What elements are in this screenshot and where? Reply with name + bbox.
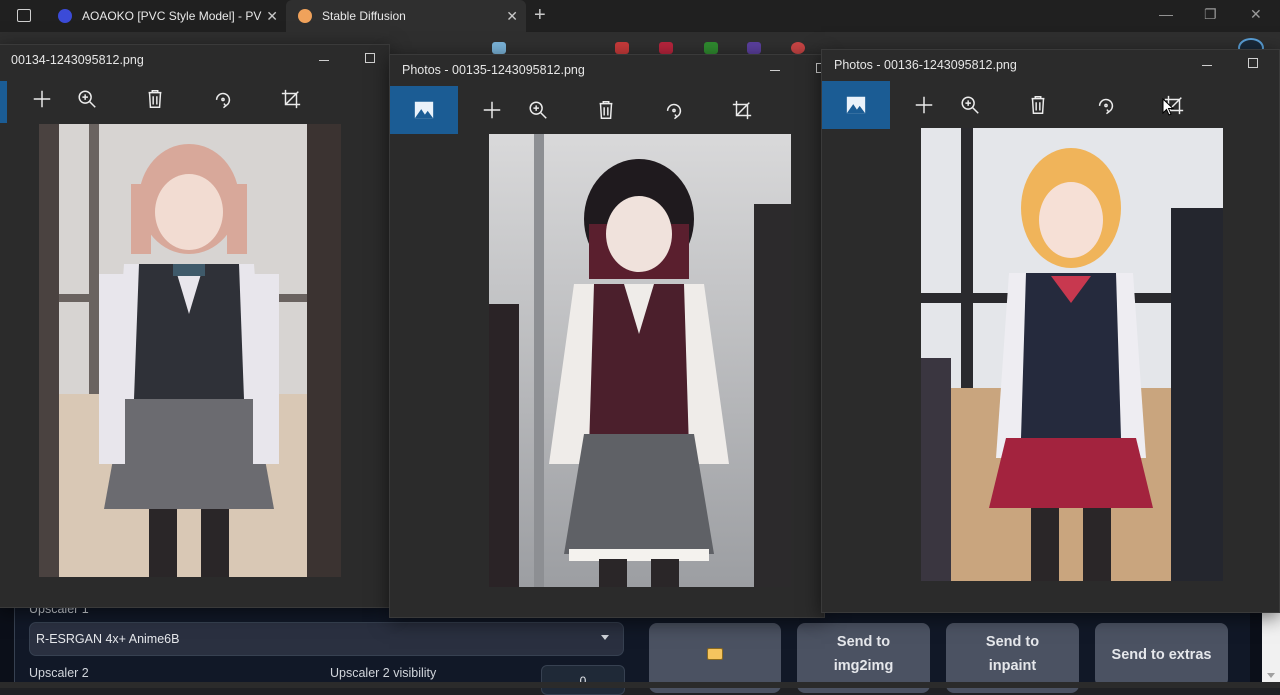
- zoom-in-icon[interactable]: [958, 93, 982, 117]
- add-icon[interactable]: [30, 87, 54, 111]
- photo-image: [921, 128, 1223, 581]
- photos-window-00134: 00134-1243095812.png: [0, 44, 390, 608]
- new-tab-button[interactable]: +: [534, 4, 546, 27]
- close-tab-icon[interactable]: ✕: [506, 8, 518, 25]
- close-tab-icon[interactable]: ✕: [266, 8, 278, 25]
- taskbar: [0, 682, 1280, 688]
- tab-aoaoko[interactable]: AOAOKO [PVC Style Model] - PV ✕: [48, 0, 286, 32]
- title-prefix: Photos -: [834, 58, 885, 72]
- minimize-button[interactable]: [1202, 65, 1212, 66]
- gallery-button[interactable]: [822, 81, 890, 129]
- add-icon[interactable]: [480, 98, 504, 122]
- extension-icon[interactable]: [615, 42, 629, 54]
- extension-icon[interactable]: [791, 42, 805, 54]
- upscaler1-dropdown[interactable]: R-ESRGAN 4x+ Anime6B: [29, 622, 624, 656]
- civitai-icon: [58, 9, 72, 23]
- delete-icon[interactable]: [143, 87, 167, 111]
- restore-browser-button[interactable]: ❐: [1204, 6, 1217, 23]
- tab-title: Stable Diffusion: [322, 9, 406, 23]
- photo-image: [39, 124, 341, 577]
- zoom-in-icon[interactable]: [526, 98, 550, 122]
- extension-icon[interactable]: [747, 42, 761, 54]
- browser-tab-bar: AOAOKO [PVC Style Model] - PV ✕ Stable D…: [0, 0, 1280, 32]
- close-browser-button[interactable]: ✕: [1250, 6, 1262, 23]
- rotate-icon[interactable]: [662, 98, 686, 122]
- upscaler2-label: Upscaler 2: [29, 666, 89, 680]
- extension-icon[interactable]: [492, 42, 506, 54]
- rotate-icon[interactable]: [1094, 93, 1118, 117]
- upscaler2-visibility-input[interactable]: 0: [541, 665, 625, 695]
- upscaler2-visibility-label: Upscaler 2 visibility: [330, 666, 437, 680]
- minimize-browser-button[interactable]: —: [1159, 6, 1173, 22]
- extension-icon[interactable]: [704, 42, 718, 54]
- page-scrollbar[interactable]: [1262, 612, 1280, 688]
- photos-window-00135: Photos - 00135-1243095812.png: [389, 54, 826, 618]
- mouse-cursor-icon: [1162, 98, 1174, 116]
- title-filename: 00136-1243095812.png: [884, 58, 1017, 72]
- window-title: 00134-1243095812.png: [0, 45, 389, 75]
- scroll-down-icon: [1267, 673, 1275, 678]
- chevron-down-icon: [601, 635, 609, 640]
- minimize-button[interactable]: [319, 60, 329, 61]
- sidebar-toggle-icon[interactable]: [17, 9, 31, 22]
- gallery-icon: [846, 96, 866, 114]
- button-label: Send to extras: [1111, 647, 1212, 663]
- maximize-button[interactable]: [1248, 58, 1258, 68]
- button-label: Send to: [836, 634, 891, 650]
- gallery-icon: [414, 101, 434, 119]
- crop-icon[interactable]: [279, 87, 303, 111]
- upscaler1-value: R-ESRGAN 4x+ Anime6B: [36, 632, 180, 646]
- rotate-icon[interactable]: [211, 87, 235, 111]
- gallery-button[interactable]: [0, 81, 7, 123]
- tab-title: AOAOKO [PVC Style Model] - PV: [82, 9, 262, 23]
- window-title: Photos - 00135-1243095812.png: [390, 55, 824, 85]
- extension-icon[interactable]: [659, 42, 673, 54]
- maximize-button[interactable]: [365, 53, 375, 63]
- title-filename: 00135-1243095812.png: [452, 63, 585, 77]
- button-label: inpaint: [988, 658, 1037, 674]
- delete-icon[interactable]: [594, 98, 618, 122]
- send-to-extras-button[interactable]: Send to extras: [1095, 623, 1228, 687]
- button-label: img2img: [833, 658, 894, 674]
- photo-image: [489, 134, 791, 587]
- button-label: Send to: [985, 634, 1040, 650]
- title-prefix: Photos -: [402, 63, 453, 77]
- add-icon[interactable]: [912, 93, 936, 117]
- minimize-button[interactable]: [770, 70, 780, 71]
- gradio-icon: [298, 9, 312, 23]
- delete-icon[interactable]: [1026, 93, 1050, 117]
- title-filename: 00134-1243095812.png: [11, 53, 144, 67]
- tab-stable-diffusion[interactable]: Stable Diffusion ✕: [286, 0, 526, 32]
- crop-icon[interactable]: [730, 98, 754, 122]
- gallery-button[interactable]: [390, 86, 458, 134]
- zoom-in-icon[interactable]: [75, 87, 99, 111]
- folder-icon: [707, 648, 723, 660]
- photos-window-00136: Photos - 00136-1243095812.png: [821, 49, 1280, 613]
